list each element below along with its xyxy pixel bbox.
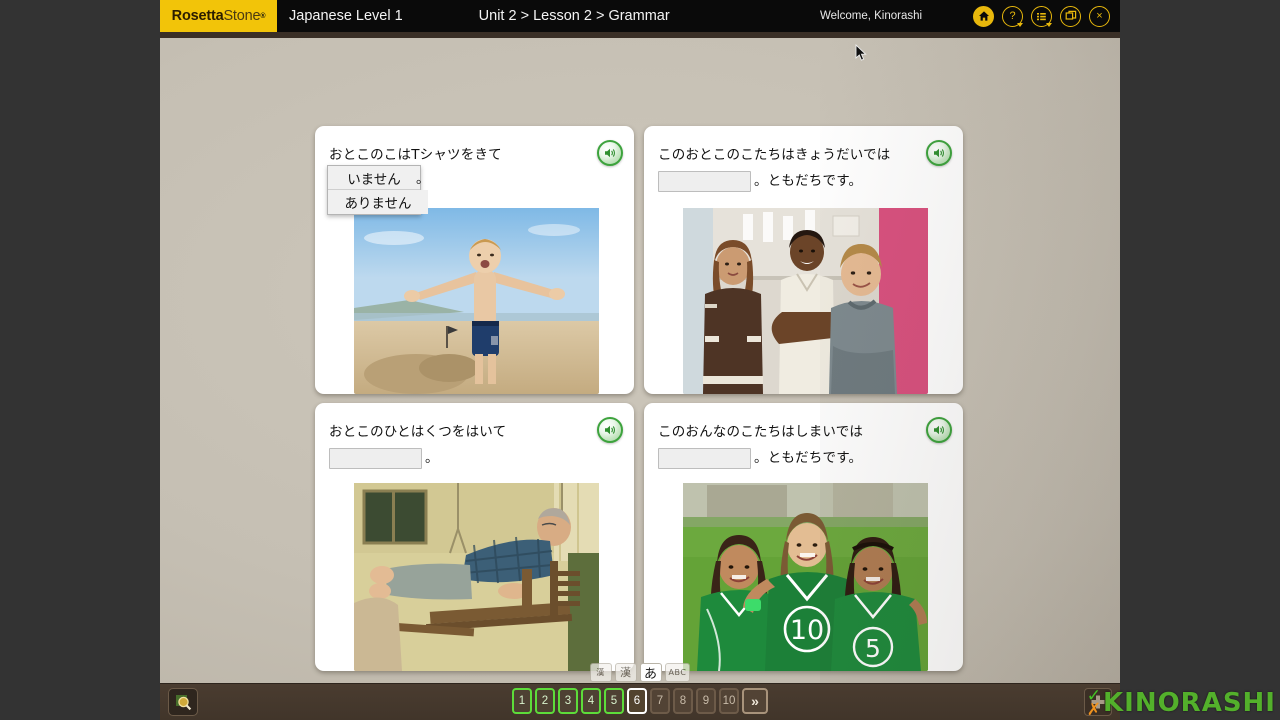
close-icon[interactable]: × — [1089, 5, 1110, 27]
page-button-4[interactable]: 4 — [581, 688, 601, 714]
header-icon-group: ? × — [973, 0, 1110, 32]
photo-three-girls-soccer: 10 5 — [683, 483, 928, 671]
page-button-7[interactable]: 7 — [650, 688, 670, 714]
cross-icon: ✗ — [1086, 700, 1101, 719]
audio-play-button-2[interactable] — [926, 140, 952, 166]
card-4-line1: このおんなのこたちはしまいでは — [658, 424, 864, 440]
page-button-5[interactable]: 5 — [604, 688, 624, 714]
chevron-down-icon — [1046, 22, 1052, 27]
page-button-3[interactable]: 3 — [558, 688, 578, 714]
speaker-icon — [605, 148, 615, 158]
menu-icon[interactable] — [1031, 5, 1052, 27]
answer-blank-2[interactable] — [658, 170, 751, 192]
brand-part1: Rosetta — [171, 8, 224, 24]
answer-dropdown-open[interactable]: いません ありません — [327, 165, 428, 215]
title-bar: Rosetta Stone ® Japanese Level 1 Unit 2 > … — [160, 0, 1120, 32]
chevron-down-icon — [1017, 22, 1023, 27]
card-1-line2-tail: 。 — [416, 171, 430, 187]
exercise-card-1: おとこのこはTシャツをきて いません ありません 。 — [315, 126, 634, 394]
svg-text:5: 5 — [865, 634, 881, 663]
page-button-10[interactable]: 10 — [719, 688, 739, 714]
card-3-line2-tail: 。 — [425, 450, 439, 467]
page-button-6[interactable]: 6 — [627, 688, 647, 714]
watermark-text: KINORASHI — [1103, 688, 1276, 718]
audio-play-button-4[interactable] — [926, 417, 952, 443]
answer-blank-3[interactable] — [329, 447, 422, 469]
card-3-line1: おとこのひとはくつをはいて — [329, 424, 507, 440]
speaker-icon — [934, 148, 944, 158]
lesson-canvas: おとこのこはTシャツをきて いません ありません 。 このおとこのこたちはきょう… — [160, 38, 1120, 683]
close-glyph: × — [1096, 9, 1103, 22]
beach-scene-illustration — [354, 208, 599, 394]
brand-registered: ® — [260, 12, 266, 20]
script-toggle-bar: 漢 漢 あ ABC — [160, 661, 1120, 683]
card-4-line2: 。ともだちです。 — [658, 445, 917, 471]
speaker-icon — [934, 425, 944, 435]
card-3-line2: 。 — [329, 445, 588, 471]
card-3-prompt: おとこのひとはくつをはいて 。 — [329, 419, 588, 472]
svg-text:10: 10 — [790, 615, 824, 646]
exercise-card-4: このおんなのこたちはしまいでは 。ともだちです。 10 5 — [644, 403, 963, 671]
brand-part2: Stone — [223, 8, 261, 24]
page-button-9[interactable]: 9 — [696, 688, 716, 714]
dropdown-option-arimasen[interactable]: ありません — [328, 190, 428, 214]
next-page-button[interactable]: » — [742, 688, 768, 714]
exercise-grid: おとこのこはTシャツをきて いません ありません 。 このおとこのこたちはきょう… — [315, 126, 963, 671]
audio-play-button-3[interactable] — [597, 417, 623, 443]
photo-boy-on-beach — [354, 208, 599, 394]
romaji-toggle[interactable]: ABC — [664, 662, 691, 682]
kanji-toggle[interactable]: 漢 — [614, 662, 637, 682]
photo-man-on-porch-swing — [354, 483, 599, 671]
course-title: Japanese Level 1 — [289, 8, 403, 24]
page-button-1[interactable]: 1 — [512, 688, 532, 714]
exercise-card-3: おとこのひとはくつをはいて 。 — [315, 403, 634, 671]
help-icon[interactable]: ? — [1002, 5, 1023, 27]
screen-stage: Rosetta Stone ® Japanese Level 1 Unit 2 > … — [0, 0, 1280, 720]
dropdown-option-imasen[interactable]: いません — [328, 166, 420, 190]
welcome-message: Welcome, Kinorashi — [820, 10, 923, 22]
card-4-line2-tail: 。ともだちです。 — [754, 450, 863, 467]
page-button-2[interactable]: 2 — [535, 688, 555, 714]
help-glyph: ? — [1009, 9, 1016, 22]
school-hallway-illustration — [683, 208, 928, 394]
card-2-line1: このおとこのこたちはきょうだいでは — [658, 147, 891, 163]
page-button-8[interactable]: 8 — [673, 688, 693, 714]
page-navigation: 1 2 3 4 5 6 7 8 9 10 » — [160, 688, 1120, 714]
card-2-line2-tail: 。ともだちです。 — [754, 173, 863, 190]
card-4-prompt: このおんなのこたちはしまいでは 。ともだちです。 — [658, 419, 917, 472]
rosetta-stone-logo: Rosetta Stone ® — [160, 0, 277, 32]
audio-play-button-1[interactable] — [597, 140, 623, 166]
breadcrumb: Unit 2 > Lesson 2 > Grammar — [478, 8, 670, 24]
kana-toggle[interactable]: あ — [639, 662, 662, 682]
watermark-marks: ✓ ✗ — [1086, 686, 1101, 719]
kanji-furigana-toggle[interactable]: 漢 — [589, 662, 612, 682]
card-2-prompt: このおとこのこたちはきょうだいでは 。ともだちです。 — [658, 142, 917, 195]
card-2-line2: 。ともだちです。 — [658, 168, 917, 194]
porch-swing-illustration — [354, 483, 599, 671]
home-icon[interactable] — [973, 5, 994, 27]
window-icon[interactable] — [1060, 5, 1081, 27]
bottom-toolbar: 1 2 3 4 5 6 7 8 9 10 » — [160, 683, 1120, 720]
speaker-icon — [605, 425, 615, 435]
rosetta-stone-app-window: Rosetta Stone ® Japanese Level 1 Unit 2 > … — [160, 0, 1120, 720]
answer-blank-4[interactable] — [658, 447, 751, 469]
photo-three-kids-hallway — [683, 208, 928, 394]
watermark: ✓ ✗ KINORASHI — [1086, 686, 1276, 719]
exercise-card-2: このおとこのこたちはきょうだいでは 。ともだちです。 — [644, 126, 963, 394]
soccer-team-illustration: 10 5 — [683, 483, 928, 671]
titlebar-underline — [160, 32, 1120, 38]
